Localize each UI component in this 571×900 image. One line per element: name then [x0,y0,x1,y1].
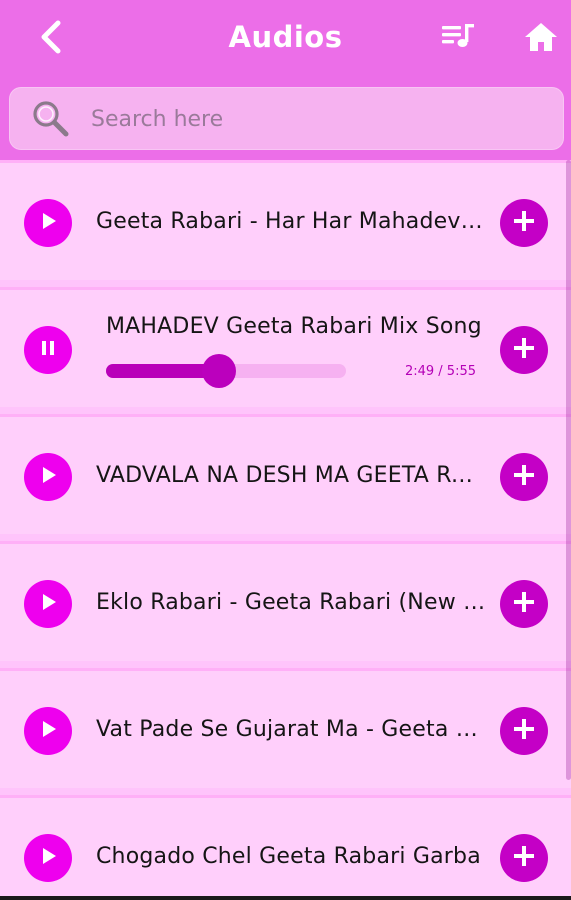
play-icon [37,718,59,744]
play-button[interactable] [24,453,72,501]
play-icon [37,210,59,236]
pause-icon [37,337,59,363]
list-item[interactable]: VADVALA NA DESH MA GEETA RABARI [0,414,571,534]
progress-slider[interactable] [106,354,346,388]
play-icon [37,464,59,490]
add-to-playlist-button[interactable] [500,580,548,628]
playlist-button[interactable] [436,18,480,58]
list-item-playing[interactable]: MAHADEV Geeta Rabari Mix Song 2:49 / 5:5… [0,287,571,407]
plus-icon [511,208,537,238]
song-title[interactable]: Vat Pade Se Gujarat Ma - Geeta Rabari [96,717,486,742]
playlist-music-icon [440,21,476,55]
list-item[interactable]: Vat Pade Se Gujarat Ma - Geeta Rabari [0,668,571,788]
song-title[interactable]: Geeta Rabari - Har Har Mahadev Mahadev H… [96,209,486,234]
song-title[interactable]: Chogado Chel Geeta Rabari Garba [96,844,486,869]
page-title: Audios [228,20,343,54]
play-icon [37,845,59,871]
pause-button[interactable] [24,326,72,374]
play-button[interactable] [24,834,72,882]
plus-icon [511,589,537,619]
song-title[interactable]: Eklo Rabari - Geeta Rabari (New Song) [96,590,486,615]
list-item[interactable]: Eklo Rabari - Geeta Rabari (New Song) [0,541,571,661]
playback-time: 2:49 / 5:55 [404,364,476,379]
play-button[interactable] [24,707,72,755]
home-button[interactable] [518,16,564,62]
list-item[interactable]: Chogado Chel Geeta Rabari Garba [0,795,571,900]
add-to-playlist-button[interactable] [500,199,548,247]
system-nav-strip [0,896,571,900]
list-item[interactable]: Geeta Rabari - Har Har Mahadev Mahadev H… [0,160,571,280]
play-icon [37,591,59,617]
play-button[interactable] [24,199,72,247]
song-title[interactable]: VADVALA NA DESH MA GEETA RABARI [96,463,486,488]
list-scrollbar[interactable] [566,160,571,780]
song-title[interactable]: MAHADEV Geeta Rabari Mix Song [106,314,486,339]
search-input[interactable] [91,99,531,139]
progress-thumb[interactable] [201,354,236,388]
add-to-playlist-button[interactable] [500,453,548,501]
plus-icon [511,335,537,365]
add-to-playlist-button[interactable] [500,326,548,374]
audios-screen: Audios Search here Geeta Rabari - Har Ha… [0,0,571,900]
add-to-playlist-button[interactable] [500,707,548,755]
play-button[interactable] [24,580,72,628]
plus-icon [511,843,537,873]
app-header: Audios [0,0,571,160]
search-icon [31,99,71,139]
plus-icon [511,716,537,746]
search-bar [9,87,564,150]
add-to-playlist-button[interactable] [500,834,548,882]
plus-icon [511,462,537,492]
home-icon [523,21,559,57]
